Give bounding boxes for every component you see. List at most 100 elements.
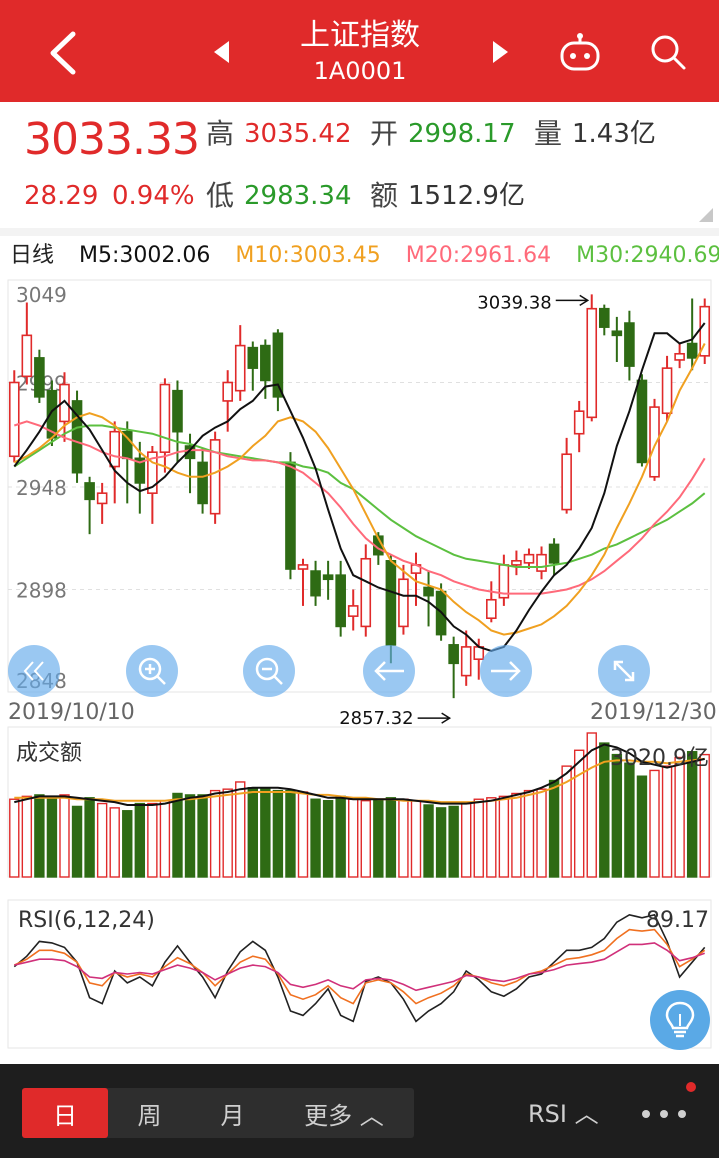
stock-name: 上证指数 bbox=[300, 18, 420, 53]
lightbulb-tips-button[interactable] bbox=[650, 990, 710, 1050]
volume-bar bbox=[122, 810, 133, 878]
ma20-value: M20:2961.64 bbox=[405, 243, 552, 268]
volume-bar bbox=[473, 798, 484, 878]
candle-body bbox=[548, 543, 560, 564]
end-date: 2019/12/30 bbox=[590, 700, 717, 725]
volume-bar bbox=[260, 787, 271, 878]
volume-bar bbox=[322, 799, 334, 878]
ma5-value: M5:3002.06 bbox=[79, 243, 211, 268]
volume-bar bbox=[84, 797, 95, 878]
price-change-percent: 0.94% bbox=[112, 181, 195, 211]
ma10-line bbox=[13, 343, 706, 636]
volume-bar bbox=[611, 753, 623, 878]
back-arrow-icon[interactable] bbox=[28, 20, 98, 86]
volume-bar bbox=[573, 749, 585, 878]
amount-label: 额 bbox=[370, 179, 399, 212]
more-menu-icon[interactable] bbox=[636, 1096, 696, 1132]
period-tabs: 日 周 月 更多 ︿ bbox=[22, 1088, 414, 1138]
expand-corner-icon[interactable] bbox=[699, 208, 713, 222]
candle-body bbox=[247, 346, 259, 369]
stock-code: 1A0001 bbox=[313, 57, 407, 85]
volume-bar bbox=[159, 799, 171, 878]
candle-body bbox=[96, 492, 108, 505]
search-icon[interactable] bbox=[638, 22, 698, 82]
volume-bar bbox=[21, 795, 33, 878]
price-change: 28.29 bbox=[24, 181, 99, 211]
next-stock-icon[interactable] bbox=[476, 32, 526, 72]
volume-bar bbox=[297, 791, 309, 878]
robot-assistant-icon[interactable] bbox=[550, 22, 610, 82]
volume-value: 1.43亿 bbox=[572, 119, 656, 149]
bottom-toolbar: 日 周 月 更多 ︿ RSI ︿ bbox=[0, 1064, 719, 1158]
candle-body bbox=[536, 553, 547, 572]
candle-body bbox=[636, 379, 648, 464]
volume-bar bbox=[699, 753, 710, 878]
volume-bar bbox=[247, 787, 258, 878]
fullscreen-button[interactable] bbox=[598, 645, 650, 697]
scroll-right-button[interactable] bbox=[480, 645, 532, 697]
volume-label: 量 bbox=[534, 117, 563, 150]
volume-bar bbox=[435, 807, 447, 878]
volume-bar bbox=[548, 779, 560, 878]
candle-body bbox=[159, 383, 171, 453]
candle-body bbox=[398, 578, 409, 628]
stock-title: 上证指数 1A0001 bbox=[250, 16, 470, 86]
volume-bar bbox=[373, 799, 384, 878]
candle-body bbox=[624, 322, 635, 367]
candle-body bbox=[322, 574, 334, 581]
tab-week[interactable]: 周 bbox=[108, 1088, 191, 1138]
moving-average-legend[interactable]: 日线 M5:3002.06 M10:3003.45 M20:2961.64 M3… bbox=[10, 240, 719, 272]
candle-body bbox=[523, 553, 535, 564]
volume-bar bbox=[9, 798, 20, 878]
candle-body bbox=[511, 560, 522, 566]
volume-bar bbox=[310, 798, 321, 878]
start-date: 2019/10/10 bbox=[8, 700, 135, 725]
price-tick-label: 3049 bbox=[16, 283, 67, 307]
volume-chart-title: 成交额 bbox=[16, 741, 83, 766]
app-header: 上证指数 1A0001 bbox=[0, 0, 719, 102]
volume-bar bbox=[59, 794, 70, 878]
price-tick-label: 2898 bbox=[16, 579, 67, 603]
volume-bar bbox=[335, 795, 346, 878]
volume-latest-value: 3020.9亿 bbox=[610, 746, 709, 771]
rsi-latest-value: 89.17 bbox=[646, 908, 709, 933]
volume-bar bbox=[222, 788, 233, 878]
volume-bar bbox=[197, 794, 208, 878]
volume-bar bbox=[661, 765, 673, 878]
volume-bar bbox=[235, 781, 246, 878]
candle-body bbox=[8, 381, 20, 458]
candle-body bbox=[34, 357, 45, 398]
scroll-left-button[interactable] bbox=[363, 645, 415, 697]
quote-panel: 3033.33 高 3035.42 开 2998.17 量 1.43亿 28.2… bbox=[0, 102, 719, 228]
candle-body bbox=[272, 332, 284, 398]
candle-body bbox=[109, 430, 121, 468]
zoom-out-button[interactable] bbox=[243, 645, 295, 697]
volume-bar bbox=[209, 789, 221, 878]
tab-more[interactable]: 更多 ︿ bbox=[274, 1088, 414, 1138]
previous-stock-icon[interactable] bbox=[196, 32, 246, 72]
volume-bar bbox=[423, 804, 434, 878]
candle-body bbox=[448, 644, 459, 665]
volume-bar bbox=[46, 795, 58, 878]
candle-body bbox=[573, 410, 585, 435]
volume-bar bbox=[674, 756, 685, 878]
volume-bar bbox=[71, 805, 83, 878]
ma30-value: M30:2940.69 bbox=[576, 243, 719, 268]
volume-bar bbox=[461, 802, 472, 878]
candle-body bbox=[197, 461, 208, 505]
scroll-start-button[interactable] bbox=[8, 645, 60, 697]
rsi-chart-title: RSI(6,12,24) bbox=[18, 908, 155, 933]
tab-day[interactable]: 日 bbox=[22, 1088, 108, 1138]
volume-bar bbox=[34, 794, 45, 878]
candle-body bbox=[385, 560, 397, 646]
zoom-in-button[interactable] bbox=[126, 645, 178, 697]
candle-body bbox=[335, 574, 346, 628]
candle-body bbox=[460, 646, 472, 677]
volume-bar bbox=[385, 797, 397, 878]
period-label: 日线 bbox=[10, 243, 55, 268]
tab-month[interactable]: 月 bbox=[191, 1088, 274, 1138]
candle-body bbox=[486, 598, 497, 620]
volume-bar bbox=[398, 798, 409, 878]
indicator-selector[interactable]: RSI ︿ bbox=[528, 1094, 599, 1129]
amount-value: 1512.9亿 bbox=[408, 181, 525, 211]
